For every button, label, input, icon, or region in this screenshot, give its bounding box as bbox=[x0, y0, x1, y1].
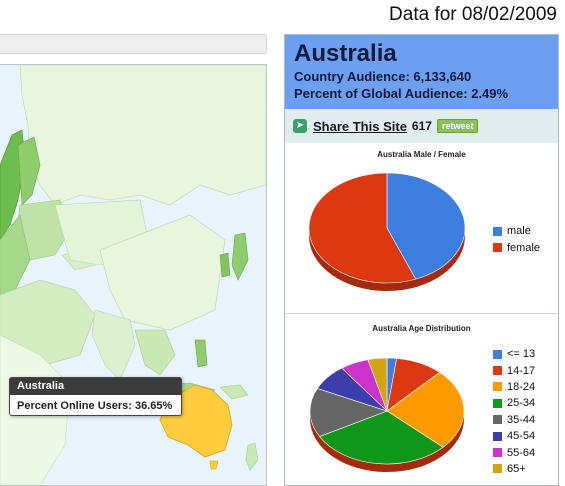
gender-legend-label: female bbox=[507, 241, 541, 254]
world-map-area: Australia Percent Online Users: 36.65% bbox=[0, 34, 268, 486]
age-legend-label: 65+ bbox=[507, 462, 526, 475]
gender-legend-swatch bbox=[493, 226, 502, 236]
age-legend-item: 14-17 bbox=[493, 362, 535, 378]
region-russia bbox=[19, 65, 266, 206]
age-legend-swatch bbox=[493, 366, 502, 376]
region-philippines bbox=[194, 339, 208, 368]
global-audience-percent: Percent of Global Audience: 2.49% bbox=[294, 86, 509, 101]
tooltip-title: Australia bbox=[10, 378, 181, 395]
country-panel: Australia Country Audience: 6,133,640 Pe… bbox=[284, 34, 559, 486]
retweet-button[interactable]: retweet bbox=[436, 119, 479, 133]
share-icon[interactable]: ➤ bbox=[293, 119, 307, 133]
share-count: 617 bbox=[411, 119, 432, 133]
age-legend-swatch bbox=[493, 398, 502, 408]
age-legend-label: 25-34 bbox=[507, 397, 536, 410]
region-southeast-asia bbox=[134, 329, 176, 376]
region-tasmania bbox=[209, 460, 219, 470]
age-legend-item: 55-64 bbox=[493, 444, 535, 460]
region-png bbox=[219, 384, 249, 400]
age-legend-label: 55-64 bbox=[507, 446, 536, 459]
map-tooltip: Australia Percent Online Users: 36.65% bbox=[9, 377, 182, 416]
date-label: Data for 08/02/2009 bbox=[389, 4, 557, 25]
chart-divider bbox=[285, 313, 558, 314]
world-map[interactable]: Australia Percent Online Users: 36.65% bbox=[0, 64, 267, 486]
country-name: Australia bbox=[294, 40, 397, 67]
age-chart-title: Australia Age Distribution bbox=[372, 324, 471, 333]
gender-legend-swatch bbox=[493, 243, 502, 253]
region-korea bbox=[219, 252, 231, 278]
age-legend-item: <= 13 bbox=[493, 346, 535, 362]
age-legend-label: 18-24 bbox=[507, 380, 536, 393]
share-bar: ➤ Share This Site 617 retweet bbox=[285, 109, 558, 143]
age-legend-swatch bbox=[493, 448, 502, 458]
age-legend-swatch bbox=[493, 431, 502, 441]
age-legend-item: 25-34 bbox=[493, 395, 535, 411]
gender-legend-item: female bbox=[493, 239, 540, 255]
country-header: Australia Country Audience: 6,133,640 Pe… bbox=[285, 35, 558, 109]
age-legend-item: 45-54 bbox=[493, 428, 535, 444]
share-this-site-link[interactable]: Share This Site bbox=[313, 119, 407, 134]
gender-legend-item: male bbox=[493, 223, 540, 239]
map-graphic bbox=[0, 65, 266, 485]
map-toolbar bbox=[0, 34, 267, 54]
region-india bbox=[91, 309, 136, 381]
gender-chart-title: Australia Male / Female bbox=[377, 150, 466, 159]
age-legend-label: <= 13 bbox=[507, 348, 536, 361]
age-legend-swatch bbox=[493, 382, 502, 392]
tooltip-value: Percent Online Users: 36.65% bbox=[17, 400, 173, 412]
region-new-zealand bbox=[245, 442, 259, 471]
age-legend-item: 18-24 bbox=[493, 379, 535, 395]
age-legend-label: 14-17 bbox=[507, 364, 536, 377]
age-legend-swatch bbox=[493, 349, 502, 359]
age-legend-item: 65+ bbox=[493, 461, 535, 477]
age-legend: <= 13 14-17 18-24 25-34 35-44 45-54 55-64 65+ bbox=[493, 346, 535, 477]
region-japan bbox=[231, 232, 249, 281]
gender-legend-label: male bbox=[507, 225, 531, 238]
age-legend-label: 35-44 bbox=[507, 413, 536, 426]
age-legend-label: 45-54 bbox=[507, 430, 536, 443]
country-audience: Country Audience: 6,133,640 bbox=[294, 69, 472, 84]
age-legend-swatch bbox=[493, 415, 502, 425]
gender-legend: male female bbox=[493, 223, 540, 256]
age-legend-swatch bbox=[493, 464, 502, 474]
age-legend-item: 35-44 bbox=[493, 412, 535, 428]
